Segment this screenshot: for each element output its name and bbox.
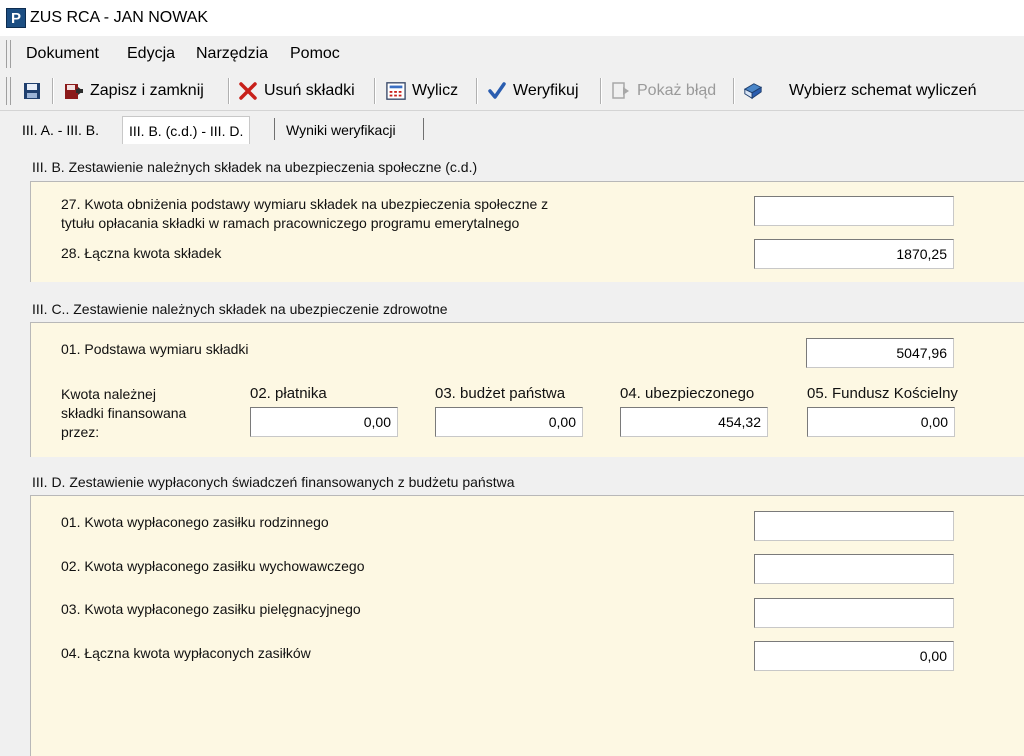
financed-by-label-line3: przez: [61,424,100,440]
field-d02-label: 02. Kwota wypłaconego zasiłku wychowawcz… [61,558,365,574]
field-d04-input[interactable]: 0,00 [754,641,954,671]
state-budget-amount-input[interactable]: 0,00 [435,407,583,437]
financed-by-label-line1: Kwota należnej [61,386,156,402]
field-d01-input[interactable] [754,511,954,541]
field-d03-label: 03. Kwota wypłaconego zasiłku pielęgnacy… [61,601,361,617]
menu-grip[interactable] [6,40,11,68]
field-d04-label: 04. Łączna kwota wypłaconych zasiłków [61,645,311,661]
financed-by-label-line2: składki finansowana [61,405,187,421]
menu-bar: Dokument Edycja Narzędzia Pomoc [0,36,1024,73]
tab-iii-a-iii-b[interactable]: III. A. - III. B. [16,116,105,144]
payer-column-label: 02. płatnika [250,385,327,402]
field-c01-label: 01. Podstawa wymiaru składki [61,341,249,357]
book-icon [743,81,763,101]
toolbar-separator [228,78,230,104]
checkmark-icon [487,81,507,101]
section-b-panel: 27. Kwota obniżenia podstawy wymiaru skł… [30,181,1024,282]
show-error-button[interactable]: Pokaż błąd [611,76,716,106]
window-title: ZUS RCA - JAN NOWAK [30,9,209,26]
save-close-button[interactable]: Zapisz i zamknij [64,76,204,106]
calculate-label: Wylicz [412,82,459,99]
toolbar-separator [733,78,735,104]
section-d-title: III. D. Zestawienie wypłaconych świadcze… [32,474,515,490]
toolbar-separator [476,78,478,104]
field-c01-input[interactable]: 5047,96 [806,338,954,368]
choose-scheme-label: Wybierz schemat wyliczeń [789,82,977,99]
delete-contributions-button[interactable]: Usuń składki [238,76,355,106]
save-close-icon [64,81,84,101]
menu-edycja[interactable]: Edycja [127,45,175,63]
save-close-label: Zapisz i zamknij [90,82,204,99]
app-icon[interactable]: P [6,8,26,28]
payer-amount-input[interactable]: 0,00 [250,407,398,437]
insured-amount-input[interactable]: 454,32 [620,407,768,437]
tab-separator [274,118,275,140]
verify-label: Weryfikuj [513,82,579,99]
scheme-book-button[interactable] [743,76,769,106]
tab-verification-results[interactable]: Wyniki weryfikacji [280,116,402,144]
field-28-input[interactable]: 1870,25 [754,239,954,269]
red-x-icon [238,81,258,101]
error-info-icon [611,81,631,101]
field-27-label-line1: 27. Kwota obniżenia podstawy wymiaru skł… [61,196,549,212]
tab-separator [423,118,424,140]
choose-scheme-button[interactable]: Wybierz schemat wyliczeń [789,76,976,106]
insured-column-label: 04. ubezpieczonego [620,385,755,402]
tab-strip: III. A. - III. B. III. B. (c.d.) - III. … [0,112,1024,144]
toolbar-separator [374,78,376,104]
toolbar: Zapisz i zamknij Usuń składki Wylicz Wer… [0,72,1024,111]
toolbar-grip[interactable] [6,77,11,105]
menu-dokument[interactable]: Dokument [26,45,99,63]
tab-iii-b-cd-iii-d[interactable]: III. B. (c.d.) - III. D. [122,116,251,144]
show-error-label: Pokaż błąd [637,82,717,99]
field-d01-label: 01. Kwota wypłaconego zasiłku rodzinnego [61,514,329,530]
field-27-input[interactable] [754,196,954,226]
save-button[interactable] [22,76,48,106]
field-27-label-line2: tytułu opłacania składki w ramach pracow… [61,215,520,231]
toolbar-separator [600,78,602,104]
calculator-icon [386,81,406,101]
calculate-button[interactable]: Wylicz [386,76,458,106]
section-d-panel: 01. Kwota wypłaconego zasiłku rodzinnego… [30,495,1024,756]
church-fund-amount-input[interactable]: 0,00 [807,407,955,437]
field-28-label: 28. Łączna kwota składek [61,245,222,261]
state-budget-column-label: 03. budżet państwa [435,385,566,402]
section-c-title: III. C.. Zestawienie należnych składek n… [32,301,448,317]
church-fund-column-label: 05. Fundusz Kościelny [807,385,958,402]
field-d02-input[interactable] [754,554,954,584]
section-c-panel: 01. Podstawa wymiaru składki 5047,96 Kwo… [30,322,1024,457]
menu-pomoc[interactable]: Pomoc [290,45,340,63]
menu-narzedzia[interactable]: Narzędzia [196,45,268,63]
section-b-title: III. B. Zestawienie należnych składek na… [32,159,478,175]
delete-contributions-label: Usuń składki [264,82,355,99]
field-d03-input[interactable] [754,598,954,628]
floppy-disk-icon [22,81,42,101]
toolbar-separator [52,78,54,104]
verify-button[interactable]: Weryfikuj [487,76,579,106]
title-bar: P ZUS RCA - JAN NOWAK [0,0,1024,36]
